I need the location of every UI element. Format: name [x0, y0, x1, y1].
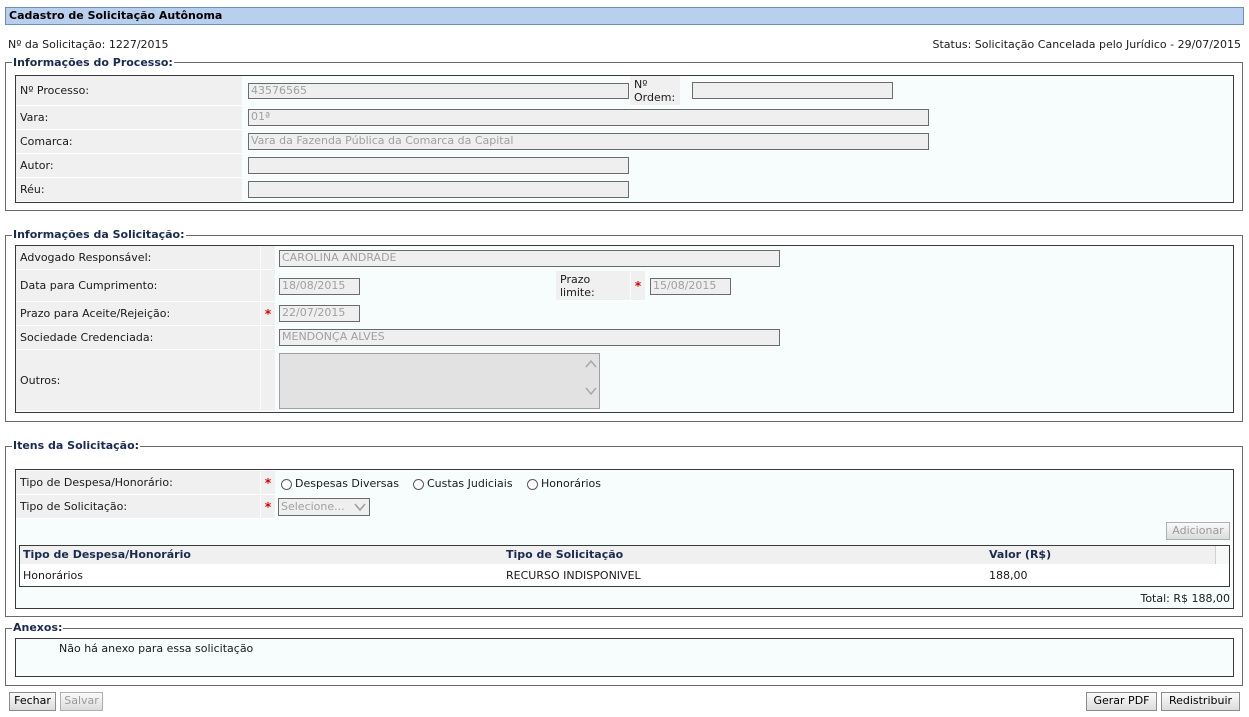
prazo-aceite-required: * — [261, 302, 275, 326]
prazo-limite-input[interactable]: 15/08/2015 — [650, 278, 731, 295]
sociedade-input[interactable]: MENDONÇA ALVES — [279, 329, 780, 346]
outros-label: Outros: — [16, 350, 260, 412]
vara-label: Vara: — [16, 106, 242, 130]
radio-label: Despesas Diversas — [295, 477, 399, 490]
advogado-label: Advogado Responsável: — [16, 246, 260, 270]
reu-input[interactable] — [248, 181, 629, 198]
solicitacao-legend: Informações da Solicitação: — [12, 228, 186, 241]
data-cumprimento-spacer — [261, 270, 275, 302]
prazo-aceite-input[interactable]: 22/07/2015 — [279, 305, 360, 322]
tipo-solicitacao-select[interactable]: Selecione... — [278, 498, 370, 516]
gerar-pdf-button[interactable]: Gerar PDF — [1086, 692, 1157, 711]
sociedade-label: Sociedade Credenciada: — [16, 326, 260, 350]
comarca-input[interactable]: Vara da Fazenda Pública da Comarca da Ca… — [248, 133, 929, 150]
tipo-despesa-required: * — [261, 471, 275, 495]
table-scrollbar[interactable] — [1215, 546, 1229, 564]
prazo-limite-required: * — [631, 271, 645, 301]
radio-circle-icon[interactable] — [527, 478, 538, 490]
radio-label: Custas Judiciais — [427, 477, 513, 490]
cell-tipo-solicitacao: RECURSO INDISPONIVEL — [506, 569, 641, 582]
cell-tipo-despesa: Honorários — [23, 569, 84, 582]
radio-circle-icon[interactable] — [281, 478, 292, 490]
comarca-label: Comarca: — [16, 130, 242, 154]
radio-honorarios[interactable]: Honorários — [527, 477, 601, 491]
prazo-aceite-label: Prazo para Aceite/Rejeição: — [16, 302, 260, 326]
tipo-solicitacao-label: Tipo de Solicitação: — [16, 495, 260, 519]
sociedade-spacer — [261, 326, 275, 350]
anexos-empty-text: Não há anexo para essa solicitação — [59, 642, 254, 655]
processo-legend: Informações do Processo: — [12, 56, 174, 69]
salvar-button[interactable]: Salvar — [60, 692, 103, 711]
select-value: Selecione... — [281, 500, 345, 513]
outros-textarea[interactable] — [279, 353, 600, 409]
prazo-limite-label: Prazo limite: — [556, 271, 630, 301]
table-row[interactable]: Honorários RECURSO INDISPONIVEL 188,00 — [20, 566, 1229, 586]
outros-scrollbar[interactable] — [584, 356, 598, 406]
th-tipo-solicitacao: Tipo de Solicitação — [506, 548, 624, 561]
scroll-arrows-icon — [585, 359, 597, 396]
adicionar-button[interactable]: Adicionar — [1166, 522, 1230, 540]
data-cumprimento-label: Data para Cumprimento: — [16, 270, 260, 302]
advogado-spacer — [261, 246, 275, 270]
ordem-input[interactable] — [692, 82, 893, 99]
status-text: Status: Solicitação Cancelada pelo Juríd… — [932, 38, 1241, 51]
autor-input[interactable] — [248, 157, 629, 174]
page-title: Cadastro de Solicitação Autônoma — [5, 7, 1244, 25]
radio-custas-judiciais[interactable]: Custas Judiciais — [413, 477, 513, 491]
th-tipo-despesa: Tipo de Despesa/Honorário — [23, 548, 191, 561]
cell-valor: 188,00 — [989, 569, 1028, 582]
solicitacao-number: Nº da Solicitação: 1227/2015 — [8, 38, 169, 51]
autor-label: Autor: — [16, 154, 242, 178]
vara-input[interactable]: 01ª — [248, 109, 929, 126]
chevron-down-icon — [354, 503, 366, 512]
reu-label: Réu: — [16, 178, 242, 202]
total-text: Total: R$ 188,00 — [1140, 592, 1230, 605]
itens-legend: Itens da Solicitação: — [12, 439, 141, 452]
th-valor: Valor (R$) — [989, 548, 1052, 561]
anexos-legend: Anexos: — [12, 621, 64, 634]
processo-label: Nº Processo: — [16, 76, 242, 106]
data-cumprimento-input[interactable]: 18/08/2015 — [279, 278, 360, 295]
fechar-button[interactable]: Fechar — [9, 692, 56, 711]
outros-spacer — [261, 350, 275, 412]
radio-label: Honorários — [541, 477, 602, 490]
radio-circle-icon[interactable] — [413, 478, 424, 490]
advogado-input[interactable]: CAROLINA ANDRADE — [279, 250, 780, 267]
tipo-despesa-label: Tipo de Despesa/Honorário: — [16, 471, 260, 495]
redistribuir-button[interactable]: Redistribuir — [1161, 692, 1240, 711]
processo-input[interactable]: 43576565 — [248, 83, 629, 99]
tipo-solicitacao-required: * — [261, 495, 275, 519]
radio-despesas-diversas[interactable]: Despesas Diversas — [281, 477, 399, 491]
ordem-label: Nº Ordem: — [630, 76, 680, 106]
